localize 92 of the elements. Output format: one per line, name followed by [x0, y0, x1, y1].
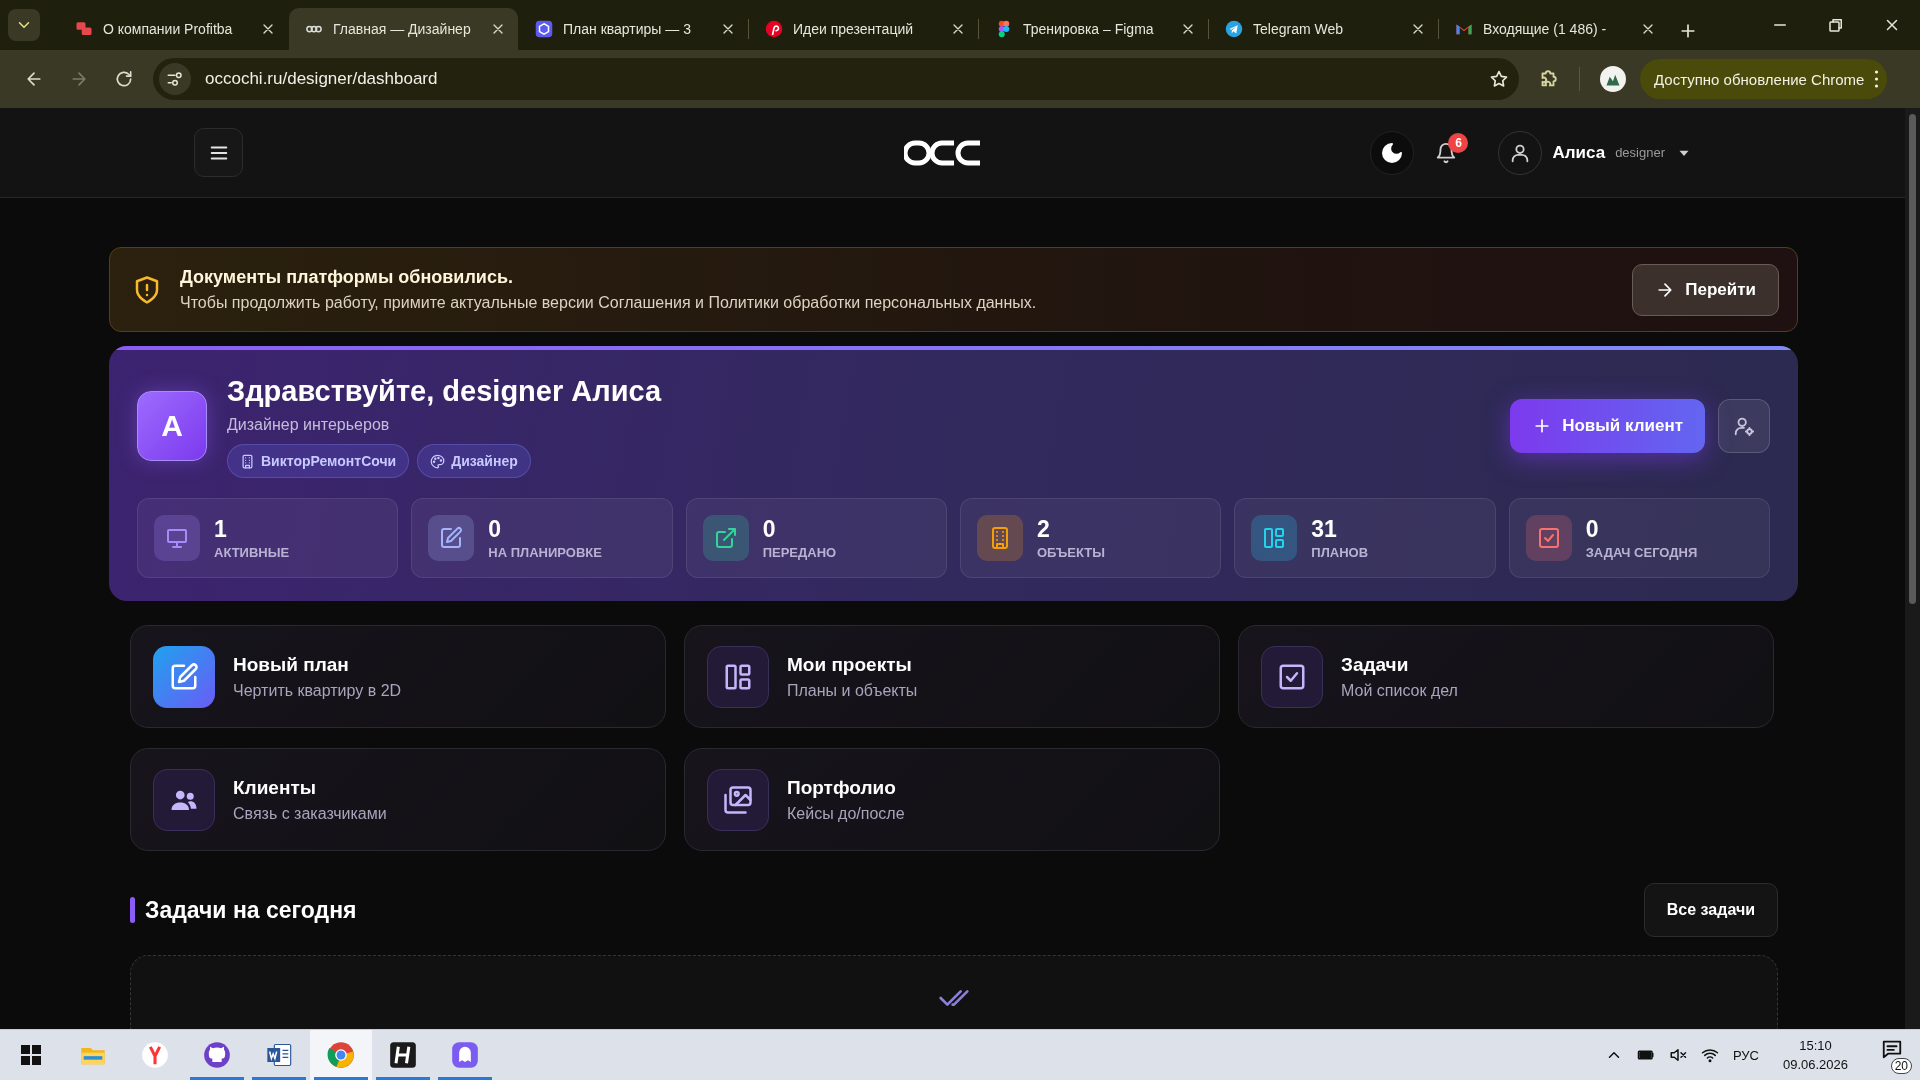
action-card[interactable]: Клиенты Связь с заказчиками — [130, 748, 666, 851]
squares-icon — [75, 20, 93, 38]
stat-value: 31 — [1311, 516, 1338, 543]
action-card[interactable]: Мои проекты Планы и объекты — [684, 625, 1220, 728]
star-icon[interactable] — [1489, 69, 1509, 89]
profile-subtitle: Дизайнер интерьеров — [227, 416, 391, 434]
stat-label: АКТИВНЫЕ — [214, 545, 290, 560]
reload-icon[interactable] — [114, 69, 134, 89]
action-subtitle: Мой список дел — [1341, 681, 1458, 700]
action-subtitle: Кейсы до/после — [787, 804, 905, 823]
action-title: Новый план — [233, 653, 350, 676]
windows-icon — [21, 1045, 41, 1065]
all-tasks-button[interactable]: Все задачи — [1643, 883, 1778, 937]
clock-date[interactable]: 09.06.2026 — [1782, 1055, 1848, 1074]
tab-title: Входящие (1 486) - — [1483, 21, 1608, 37]
stat-value: 0 — [488, 516, 503, 543]
action-title: Мои проекты — [787, 653, 913, 676]
notification-badge: 6 — [1448, 132, 1469, 153]
stat-label: ЗАДАЧ СЕГОДНЯ — [1585, 545, 1698, 560]
notification-center-button[interactable]: 20 — [1872, 1034, 1912, 1076]
profile-settings-button[interactable] — [1718, 399, 1770, 453]
user-name: Алиса — [1552, 142, 1606, 163]
action-title: Задачи — [1341, 653, 1410, 676]
plane-icon — [1225, 20, 1243, 38]
profile-avatar: А — [137, 391, 207, 461]
action-subtitle: Связь с заказчиками — [233, 804, 387, 823]
go-button[interactable]: Перейти — [1632, 263, 1779, 316]
y-letter-icon — [141, 1041, 169, 1069]
stat-value: 2 — [1037, 516, 1051, 543]
notice-title: Документы платформы обновились. — [180, 267, 514, 288]
wifi-icon[interactable] — [1700, 1046, 1719, 1064]
restore-icon[interactable] — [1827, 16, 1845, 34]
avatar-icon[interactable] — [1600, 66, 1626, 92]
action-title: Портфолио — [787, 776, 897, 799]
language-indicator[interactable]: РУС — [1732, 1047, 1759, 1063]
browser-tab[interactable]: Главная — Дизайнер — [289, 8, 518, 50]
action-subtitle: Чертить квартиру в 2D — [233, 681, 402, 700]
tab-title: Идеи презентаций — [793, 21, 915, 37]
building-icon — [240, 453, 255, 469]
user-settings-icon — [1733, 415, 1755, 437]
edit-icon — [169, 661, 199, 692]
stat-label: ПЕРЕДАНО — [762, 545, 837, 560]
browser-icon — [327, 1041, 355, 1069]
tab-title: О компании Profitba — [103, 21, 234, 37]
section-accent-bar — [130, 897, 135, 923]
action-card[interactable]: Портфолио Кейсы до/после — [684, 748, 1220, 851]
stat-label: ПЛАНОВ — [1311, 545, 1369, 560]
user-role: designer — [1615, 145, 1665, 160]
tab-title: Тренировка – Figma — [1023, 21, 1155, 37]
address-bar[interactable]: occochi.ru/designer/dashboard — [153, 58, 1519, 100]
more-icon — [1874, 69, 1880, 89]
profile-tag: Дизайнер — [417, 444, 531, 478]
tab-list-button[interactable] — [8, 9, 40, 41]
palette-icon — [430, 453, 446, 469]
stat-label: НА ПЛАНИРОВКЕ — [488, 545, 602, 560]
speaker-muted-icon[interactable] — [1668, 1046, 1687, 1064]
stat-value: 0 — [1585, 516, 1600, 543]
site-settings-icon — [166, 70, 184, 88]
ghost-icon — [451, 1041, 479, 1069]
tab-title: Telegram Web — [1253, 21, 1344, 37]
menu-button[interactable] — [194, 128, 243, 177]
browser-tab[interactable]: Идеи презентаций — [749, 8, 978, 50]
browser-tab[interactable]: План квартиры — 3 — [519, 8, 748, 50]
browser-tab[interactable]: Тренировка – Figma — [979, 8, 1208, 50]
section-title: Задачи на сегодня — [145, 896, 357, 924]
pin-icon — [765, 20, 783, 38]
action-subtitle: Планы и объекты — [787, 681, 918, 700]
hexagon-icon — [535, 20, 553, 38]
update-button[interactable]: Доступно обновление Chrome — [1640, 59, 1888, 99]
stat-value: 0 — [762, 516, 777, 543]
images-icon — [723, 784, 753, 815]
message-icon — [1881, 1038, 1903, 1060]
greeting: Здравствуйте, designer Алиса — [227, 374, 663, 408]
notice-text: Чтобы продолжить работу, примите актуальные версии Соглашения и Политики обработки персональных данных. — [180, 294, 1038, 312]
action-card[interactable]: Новый план Чертить квартиру в 2D — [130, 625, 666, 728]
tab-title: План квартиры — 3 — [563, 21, 692, 37]
browser-tab[interactable]: Входящие (1 486) - — [1439, 8, 1668, 50]
stat-label: ОБЪЕКТЫ — [1037, 545, 1105, 560]
browser-tab[interactable]: О компании Profitba — [59, 8, 288, 50]
h-letter-icon — [389, 1041, 417, 1069]
notification-count: 20 — [1890, 1058, 1912, 1074]
clock-time[interactable]: 15:10 — [1782, 1036, 1848, 1055]
stat-value: 1 — [214, 516, 228, 543]
document-icon — [265, 1041, 293, 1069]
moon-icon — [1380, 140, 1405, 165]
cat-icon — [203, 1041, 231, 1069]
browser-tab[interactable]: Telegram Web — [1209, 8, 1438, 50]
tab-title: Главная — Дизайнер — [333, 21, 472, 37]
profile-tag: ВикторРемонтСочи — [227, 444, 410, 478]
new-client-button[interactable]: Новый клиент — [1510, 399, 1705, 453]
action-title: Клиенты — [233, 776, 317, 799]
action-card[interactable]: Задачи Мой список дел — [1238, 625, 1774, 728]
